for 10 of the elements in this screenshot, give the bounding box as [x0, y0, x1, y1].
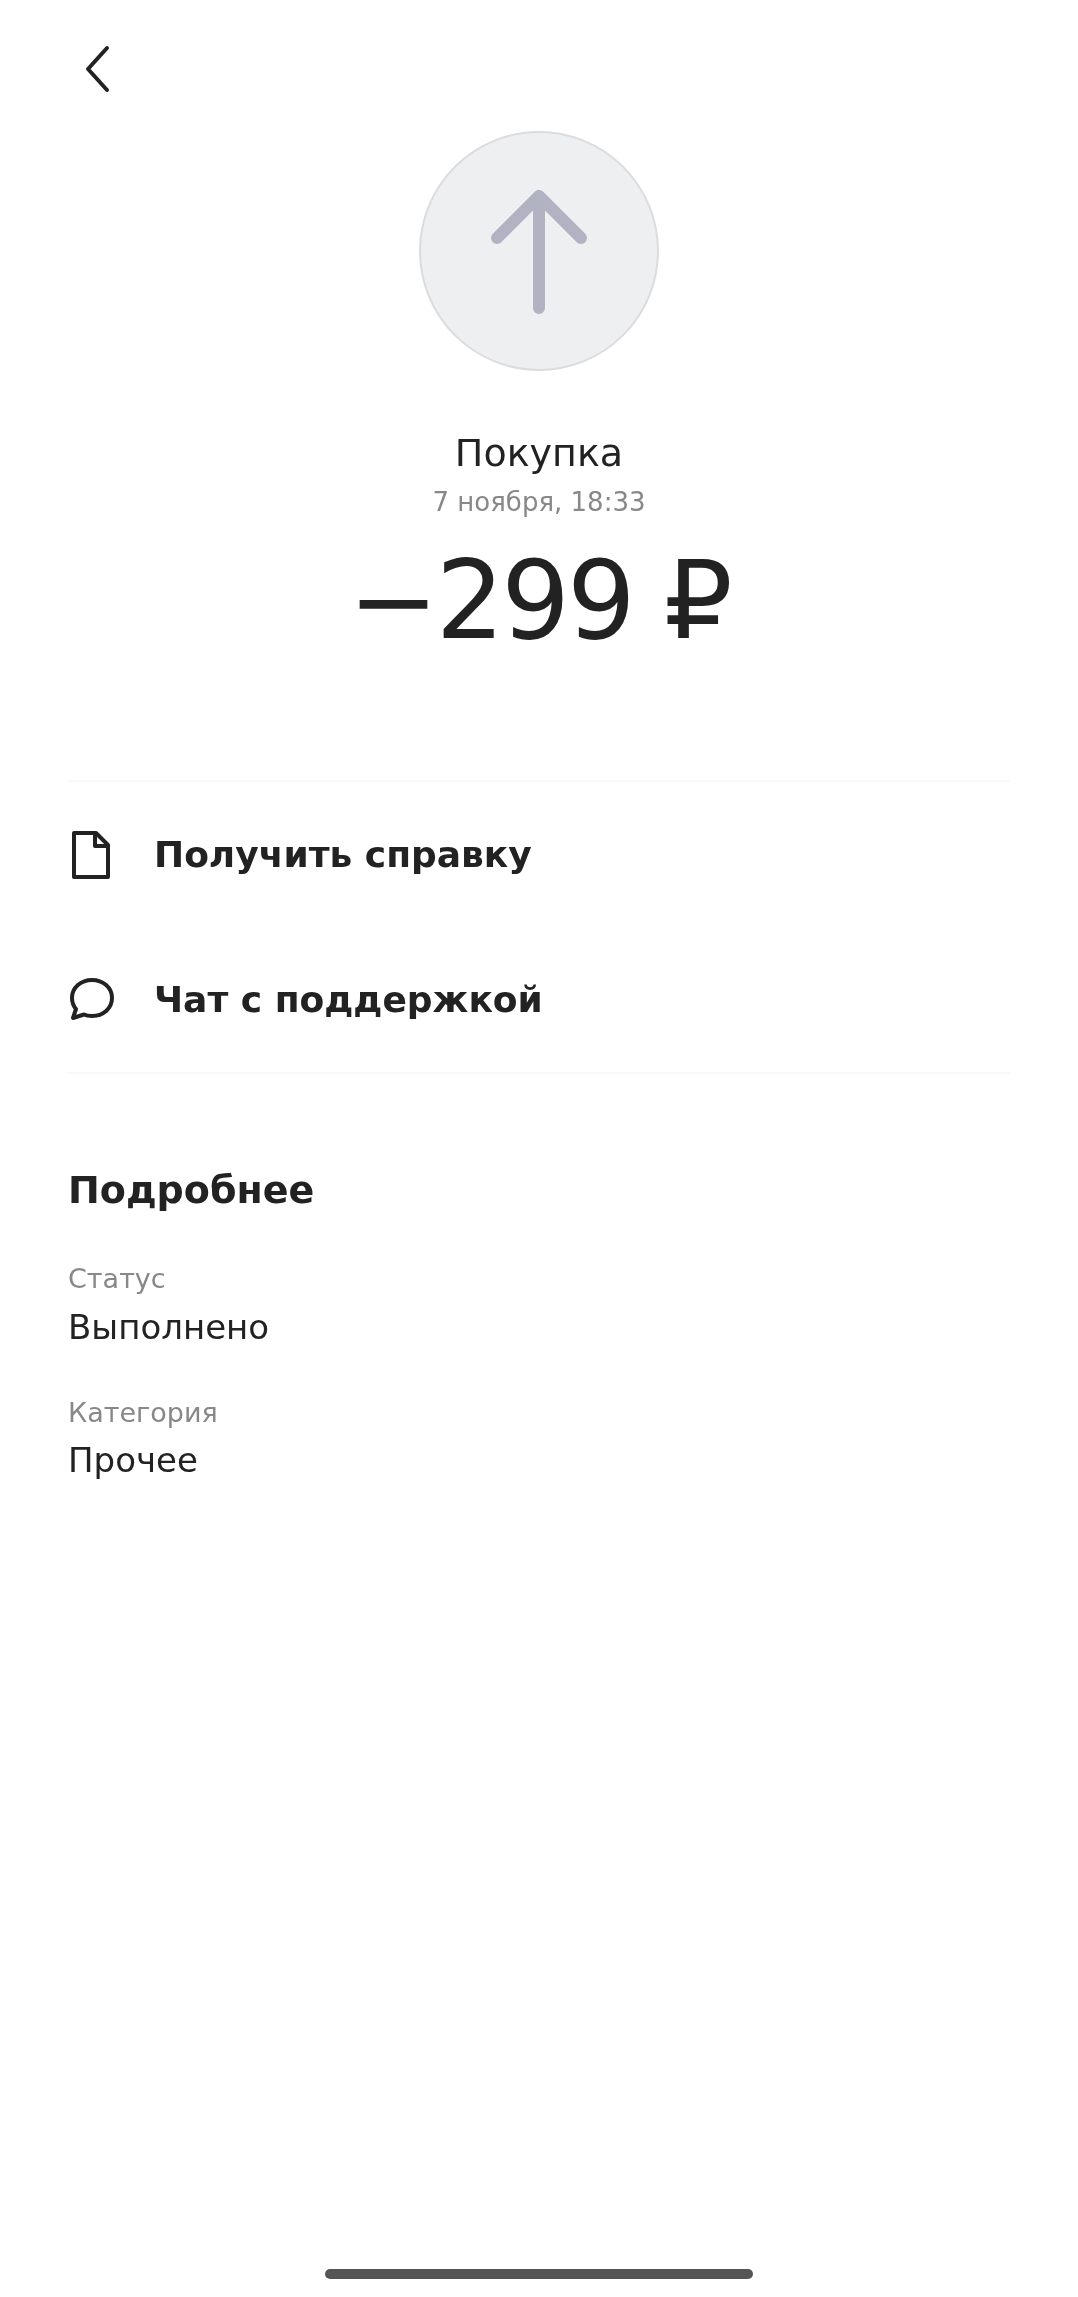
section-title: Подробнее — [68, 1167, 316, 1215]
field-value: Прочее — [68, 1439, 199, 1483]
operation-title: Покупка — [454, 431, 624, 477]
action-item[interactable]: Чат с поддержкой — [68, 927, 1010, 1073]
field-label: Категория — [68, 1395, 219, 1430]
field-label: Статус — [68, 1262, 167, 1297]
field-value: Выполнено — [68, 1305, 271, 1349]
action-item[interactable]: Получить справку — [68, 782, 1010, 928]
amount: −299 ₽ — [348, 541, 730, 661]
operation-date: 7 ноября, 18:33 — [432, 485, 646, 519]
